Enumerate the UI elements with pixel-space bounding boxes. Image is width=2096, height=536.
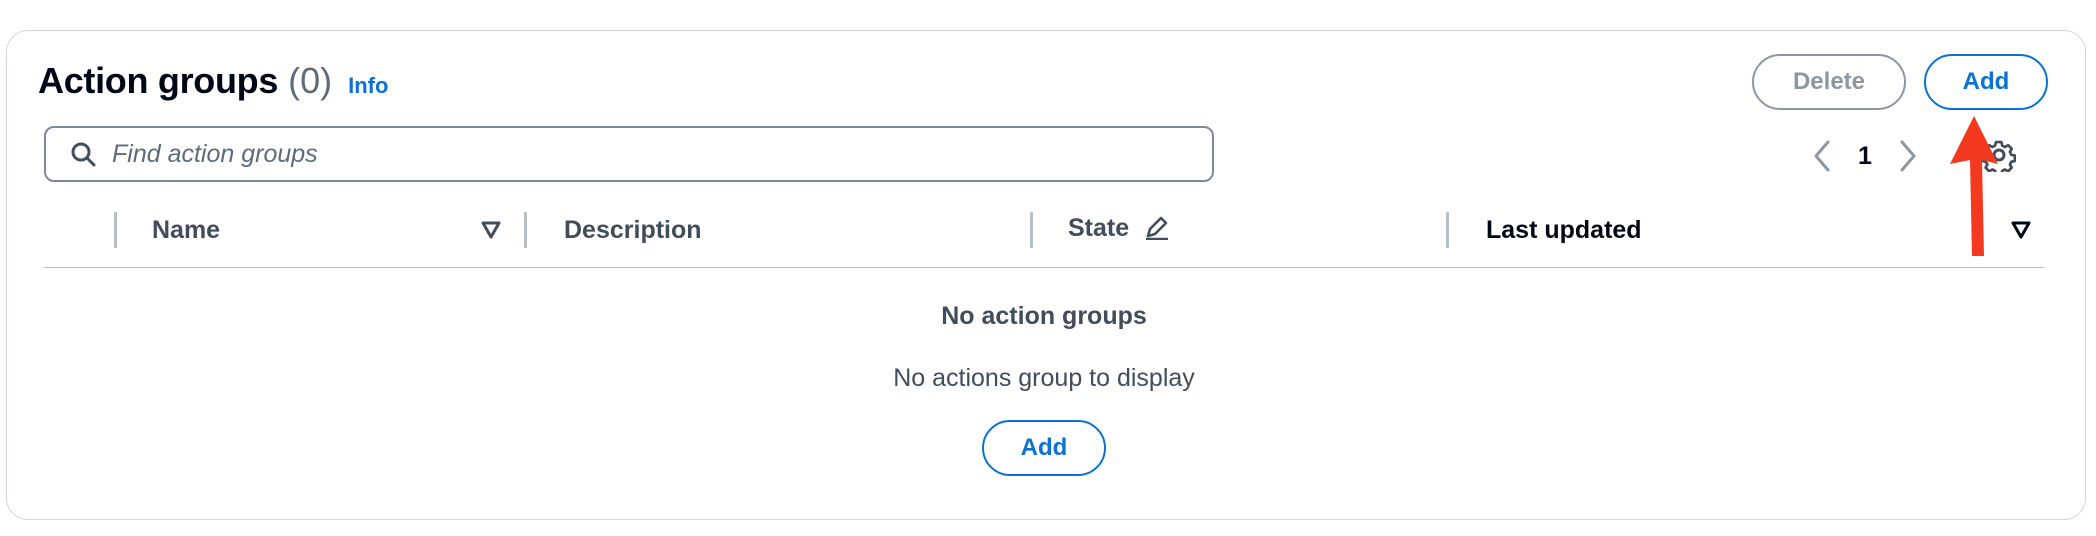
sort-down-icon[interactable] (480, 220, 502, 240)
search-icon (68, 139, 98, 169)
page-number[interactable]: 1 (1858, 142, 1872, 171)
column-separator[interactable] (1446, 212, 1449, 248)
add-button[interactable]: Add (1924, 54, 2048, 110)
action-groups-count: (0) (288, 60, 333, 101)
pencil-icon (1144, 214, 1170, 241)
search-input[interactable] (112, 139, 1192, 169)
delete-button[interactable]: Delete (1752, 54, 1906, 110)
sort-down-icon[interactable] (2010, 220, 2032, 240)
column-header-last-updated[interactable]: Last updated (1486, 216, 1642, 245)
red-arrow-annotation (1950, 116, 1998, 256)
panel-header: Action groups (0) Info (38, 60, 388, 102)
table-header: Name Description State Last updated (44, 206, 2044, 268)
column-header-state-label: State (1068, 214, 1130, 242)
empty-state-add-button[interactable]: Add (982, 420, 1106, 476)
chevron-right-icon[interactable] (1894, 136, 1922, 176)
info-link[interactable]: Info (348, 73, 388, 99)
empty-state-title: No action groups (941, 302, 1147, 330)
column-header-name[interactable]: Name (152, 216, 220, 245)
empty-state-description: No actions group to display (893, 364, 1195, 392)
column-header-state[interactable]: State (1068, 214, 1170, 243)
page-title: Action groups (38, 60, 279, 101)
pagination: 1 (1808, 134, 1922, 178)
column-separator[interactable] (114, 212, 117, 248)
column-header-description[interactable]: Description (564, 216, 702, 245)
chevron-left-icon[interactable] (1808, 136, 1836, 176)
column-separator[interactable] (1030, 212, 1033, 248)
search-box[interactable] (44, 126, 1214, 182)
column-separator[interactable] (524, 212, 527, 248)
